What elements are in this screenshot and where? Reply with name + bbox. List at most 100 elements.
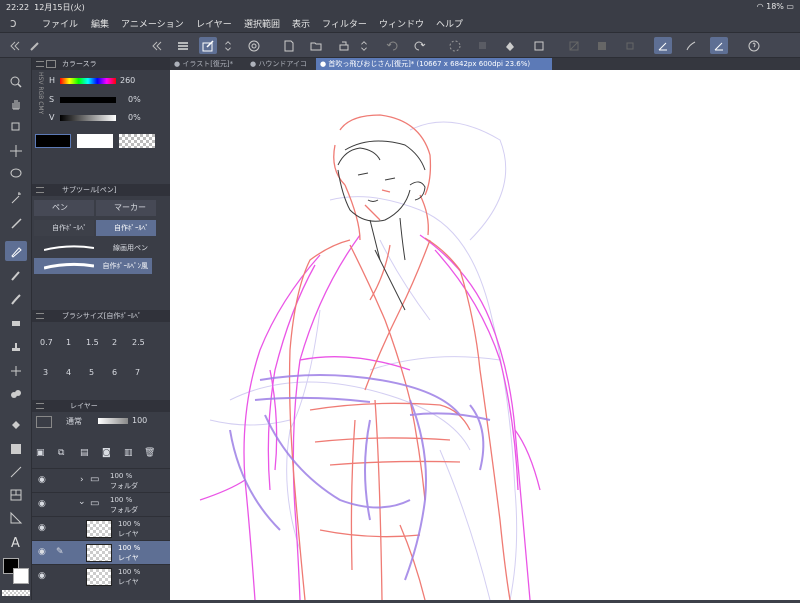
visibility-icon[interactable]: ◉	[38, 547, 46, 557]
menu-filter[interactable]: フィルター	[322, 17, 367, 30]
frame-icon[interactable]	[5, 485, 27, 505]
size-6[interactable]: 6	[112, 368, 117, 377]
visibility-icon[interactable]: ◉	[38, 499, 46, 509]
merge-icon[interactable]: ▥	[124, 448, 133, 458]
hand-icon[interactable]	[5, 94, 27, 114]
gradient-icon[interactable]	[5, 439, 27, 459]
app-logo-icon[interactable]: ↄ	[10, 16, 17, 30]
redo-icon[interactable]	[411, 37, 429, 54]
new-vector-layer-icon[interactable]: ⧉	[58, 448, 64, 458]
visibility-icon[interactable]: ◉	[38, 475, 46, 485]
opacity-slider[interactable]	[98, 418, 128, 424]
new-raster-layer-icon[interactable]: ▣	[36, 448, 45, 458]
opacity-value[interactable]: 100	[132, 416, 147, 425]
menu-selection[interactable]: 選択範囲	[244, 17, 280, 30]
layer-row[interactable]: ◉ › ▭ 100 % フォルダ	[32, 468, 170, 492]
pen-small-icon[interactable]	[26, 37, 44, 54]
transform-icon[interactable]	[530, 37, 548, 54]
transparent-swatch[interactable]	[2, 590, 30, 596]
eraser-icon[interactable]	[5, 313, 27, 333]
ruler-icon[interactable]	[5, 508, 27, 528]
stepper-icon[interactable]	[222, 37, 234, 54]
brush-item-lineart[interactable]: 線画用ペン	[34, 240, 152, 256]
saturation-slider[interactable]	[60, 97, 116, 103]
bucket-icon[interactable]	[5, 415, 27, 435]
tab-illustration[interactable]: ● イラスト[復元]*	[170, 58, 246, 70]
transparent-chip[interactable]	[119, 134, 155, 148]
collapse-icon[interactable]: ⌄	[78, 497, 86, 507]
menu-edit[interactable]: 編集	[91, 17, 109, 30]
size-1-5[interactable]: 1.5	[86, 338, 99, 347]
move-icon[interactable]	[5, 141, 27, 161]
save-stepper-icon[interactable]	[358, 37, 370, 54]
visibility-icon[interactable]: ◉	[38, 523, 46, 533]
new-folder-icon[interactable]: ▤	[80, 448, 89, 458]
zoom-icon[interactable]	[5, 72, 27, 92]
menu-animation[interactable]: アニメーション	[121, 17, 184, 30]
visibility-icon[interactable]: ◉	[38, 571, 46, 581]
line-icon[interactable]	[5, 462, 27, 482]
main-color-chip[interactable]	[35, 134, 71, 148]
invert-selection-icon[interactable]	[593, 37, 611, 54]
brush-icon[interactable]	[5, 289, 27, 309]
collapse-right-icon[interactable]	[148, 37, 166, 54]
text-icon[interactable]: A	[5, 532, 27, 552]
menu-window[interactable]: ウィンドウ	[379, 17, 424, 30]
size-4[interactable]: 4	[66, 368, 71, 377]
subtool-group-marker[interactable]: マーカー	[96, 200, 156, 216]
collapse-left-icon[interactable]	[6, 37, 24, 54]
menu-view[interactable]: 表示	[292, 17, 310, 30]
quick-access-icon[interactable]	[199, 37, 217, 54]
mask-icon[interactable]: ◙	[102, 448, 111, 458]
copy-icon[interactable]	[474, 37, 492, 54]
eyedropper-icon[interactable]	[5, 213, 27, 233]
layer-row[interactable]: ◉ 100 % レイヤ	[32, 516, 170, 540]
size-7[interactable]: 7	[135, 368, 140, 377]
sub-color-chip[interactable]	[77, 134, 113, 148]
subtool-group-pen[interactable]: ペン	[34, 200, 94, 216]
loading-icon[interactable]	[446, 37, 464, 54]
size-1[interactable]: 1	[66, 338, 71, 347]
pencil-icon[interactable]	[5, 265, 27, 285]
blend-icon[interactable]	[5, 384, 27, 404]
hue-slider[interactable]	[60, 78, 116, 84]
size-5[interactable]: 5	[89, 368, 94, 377]
expand-icon[interactable]: ›	[80, 475, 84, 485]
menu-file[interactable]: ファイル	[42, 17, 78, 30]
blend-color-icon[interactable]	[36, 416, 52, 428]
clip-logo-icon[interactable]	[245, 37, 263, 54]
blend-mode[interactable]: 通常	[66, 416, 82, 427]
brush-item-ballpen[interactable]: 自作ﾎﾟｰﾙﾍﾟﾝ風	[34, 258, 152, 274]
layer-row[interactable]: ◉ 100 % レイヤ	[32, 564, 170, 588]
snap-brush-icon[interactable]	[682, 37, 700, 54]
crop-icon[interactable]	[621, 37, 639, 54]
help-icon[interactable]	[745, 37, 763, 54]
color-mode-tabs[interactable]: HSV RGB CMY	[34, 72, 44, 128]
stamp-icon[interactable]	[5, 337, 27, 357]
subtool-set-1[interactable]: 自作ﾎﾟｰﾙﾍﾟ	[34, 220, 94, 236]
layer-row-active[interactable]: ◉ ✎ 100 % レイヤ	[32, 540, 170, 564]
size-2[interactable]: 2	[112, 338, 117, 347]
deselect-icon[interactable]	[565, 37, 583, 54]
sparkle-icon[interactable]	[5, 361, 27, 381]
magic-wand-icon[interactable]	[5, 188, 27, 208]
value-slider[interactable]	[60, 115, 116, 121]
tab-hound-icon[interactable]: ● ハウンドアイコ	[246, 58, 322, 70]
drawing-canvas[interactable]	[170, 70, 800, 601]
size-3[interactable]: 3	[43, 368, 48, 377]
snap-ruler-icon[interactable]	[654, 37, 672, 54]
sub-color-swatch[interactable]	[13, 568, 29, 584]
delete-layer-icon[interactable]: 🗑	[144, 448, 155, 458]
size-2-5[interactable]: 2.5	[132, 338, 145, 347]
subtool-set-2[interactable]: 自作ﾎﾟｰﾙﾍﾟ	[96, 220, 156, 236]
open-folder-icon[interactable]	[307, 37, 325, 54]
size-0-7[interactable]: 0.7	[40, 338, 53, 347]
tab-current-document[interactable]: ● 首吹っ飛びおじさん[復元]* (10667 x 6842px 600dpi …	[316, 58, 552, 70]
lasso-icon[interactable]	[5, 164, 27, 184]
fill-icon[interactable]	[501, 37, 519, 54]
pen-tool-icon[interactable]	[5, 241, 27, 261]
save-icon[interactable]	[335, 37, 353, 54]
undo-icon[interactable]	[383, 37, 401, 54]
menu-help[interactable]: ヘルプ	[436, 17, 463, 30]
operation-icon[interactable]	[5, 117, 27, 137]
